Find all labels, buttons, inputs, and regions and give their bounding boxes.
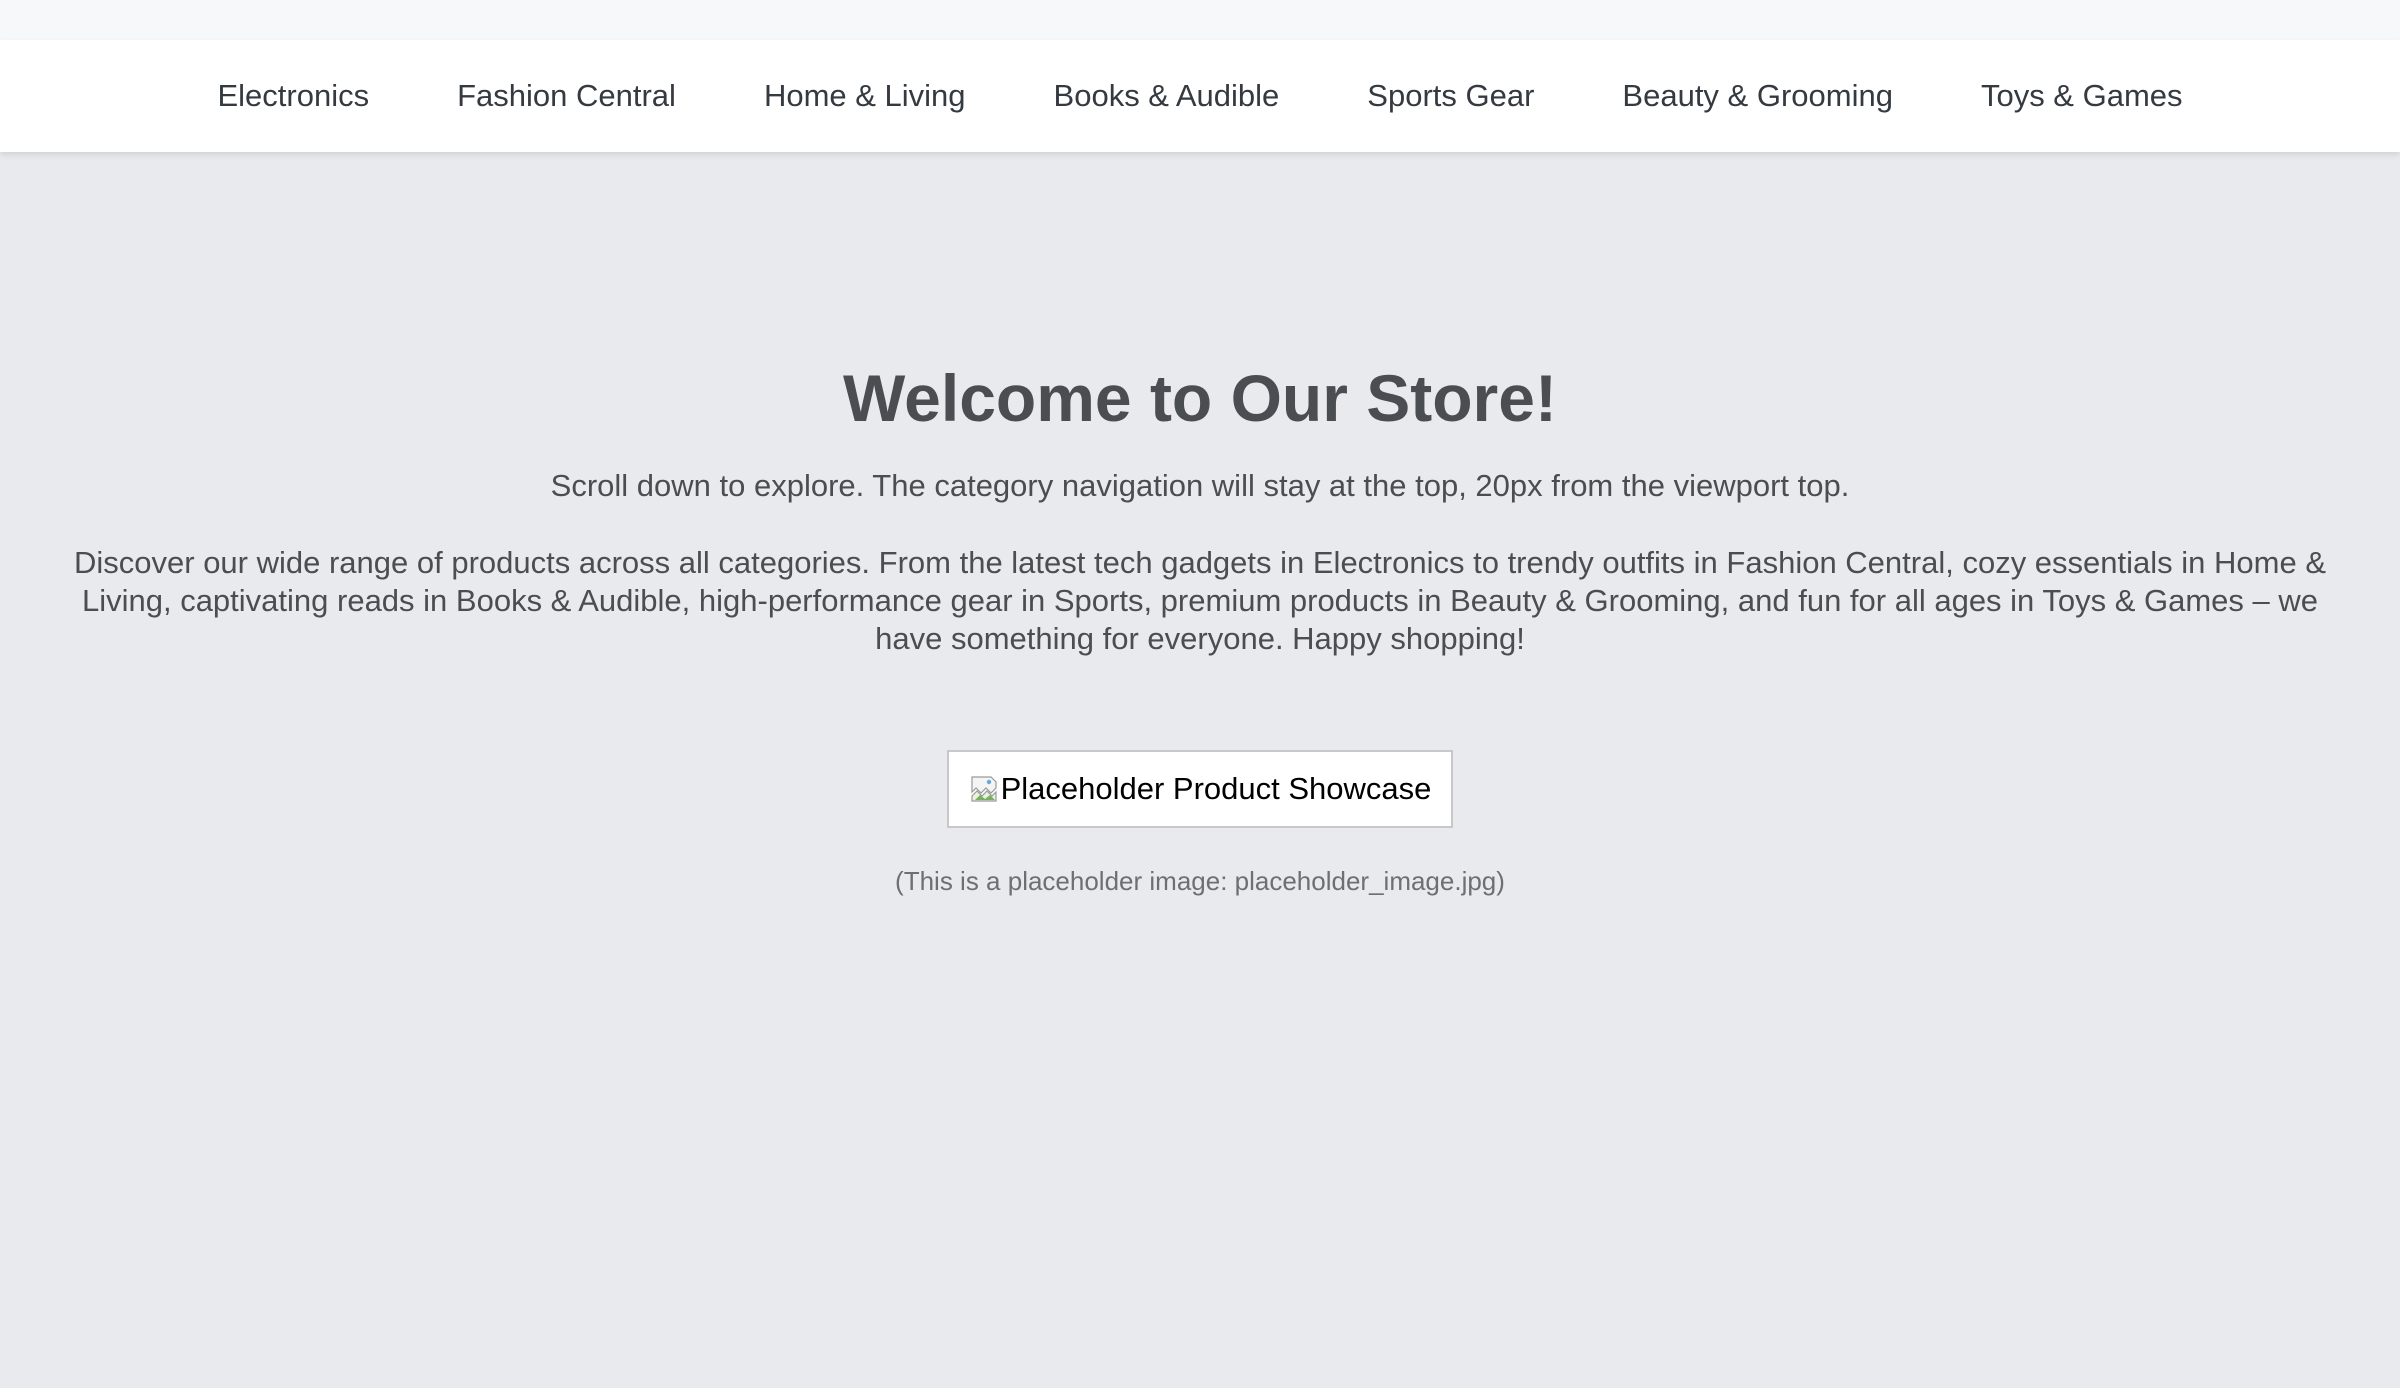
page-title: Welcome to Our Store! bbox=[843, 361, 1557, 435]
nav-item-home-living[interactable]: Home & Living bbox=[764, 78, 966, 114]
nav-item-electronics[interactable]: Electronics bbox=[217, 78, 369, 114]
product-showcase-image: Placeholder Product Showcase bbox=[946, 750, 1454, 828]
broken-image-icon bbox=[969, 774, 999, 804]
showcase-caption: (This is a placeholder image: placeholde… bbox=[895, 866, 1505, 896]
top-strip bbox=[0, 0, 2400, 40]
nav-item-sports-gear[interactable]: Sports Gear bbox=[1367, 78, 1534, 114]
nav-item-fashion-central[interactable]: Fashion Central bbox=[457, 78, 676, 114]
hero-section: Welcome to Our Store! Scroll down to exp… bbox=[0, 352, 2400, 897]
category-nav: Electronics Fashion Central Home & Livin… bbox=[0, 40, 2400, 152]
nav-item-toys-games[interactable]: Toys & Games bbox=[1981, 78, 2183, 114]
hero-subtitle: Scroll down to explore. The category nav… bbox=[550, 468, 1850, 503]
showcase-alt-text: Placeholder Product Showcase bbox=[1000, 771, 1432, 806]
nav-item-books-audible[interactable]: Books & Audible bbox=[1054, 78, 1280, 114]
hero-description: Discover our wide range of products acro… bbox=[74, 545, 2326, 656]
nav-item-beauty-grooming[interactable]: Beauty & Grooming bbox=[1622, 78, 1893, 114]
